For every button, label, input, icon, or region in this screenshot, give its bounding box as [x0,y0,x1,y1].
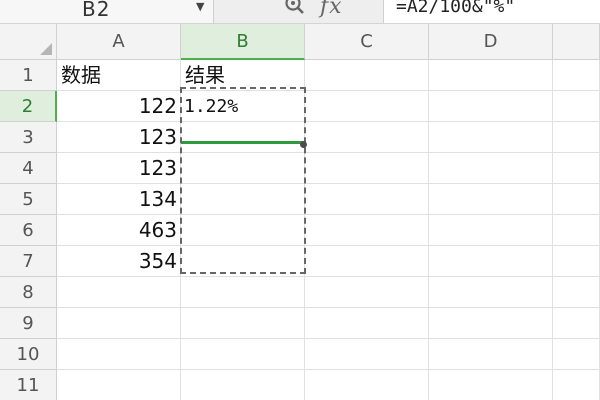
cell-a11[interactable] [57,370,181,400]
formula-tools: fx [214,0,384,23]
cell-c2[interactable] [305,91,429,122]
row-header-4[interactable]: 4 [0,153,57,184]
magnifier-icon[interactable] [284,0,306,16]
cell-c11[interactable] [305,370,429,400]
cell-e1[interactable] [553,60,600,91]
cell-d1[interactable] [429,60,553,91]
row-header-11[interactable]: 11 [0,370,57,400]
cell-d3[interactable] [429,122,553,153]
name-box-value: B2 [82,0,111,21]
cell-b4[interactable] [181,153,305,184]
cell-e10[interactable] [553,339,600,370]
active-cell-indicator [181,141,303,144]
select-all-corner[interactable] [0,24,57,60]
cell-e7[interactable] [553,246,600,277]
cell-a1[interactable]: 数据 [57,60,181,91]
cell-c3[interactable] [305,122,429,153]
column-header-d[interactable]: D [429,24,553,60]
spreadsheet-grid: A B C D 1 2 3 4 5 6 7 8 9 10 11 数据 结果 12… [0,24,600,400]
cell-b10[interactable] [181,339,305,370]
cell-a2[interactable]: 122 [57,91,181,122]
cell-d9[interactable] [429,308,553,339]
row-header-7[interactable]: 7 [0,246,57,277]
cell-b7[interactable] [181,246,305,277]
cell-e6[interactable] [553,215,600,246]
cell-a3[interactable]: 123 [57,122,181,153]
cell-a5[interactable]: 134 [57,184,181,215]
fx-icon[interactable]: fx [320,0,343,19]
cell-e9[interactable] [553,308,600,339]
cell-a4[interactable]: 123 [57,153,181,184]
row-header-2[interactable]: 2 [0,91,57,122]
cell-b8[interactable] [181,277,305,308]
column-header-a[interactable]: A [57,24,181,60]
column-header-b[interactable]: B [181,24,305,60]
cell-d8[interactable] [429,277,553,308]
formula-input[interactable]: =A2/100&"%" [396,0,515,17]
cell-b9[interactable] [181,308,305,339]
cell-c10[interactable] [305,339,429,370]
cell-d11[interactable] [429,370,553,400]
cell-c6[interactable] [305,215,429,246]
cell-e3[interactable] [553,122,600,153]
cell-b5[interactable] [181,184,305,215]
cell-e4[interactable] [553,153,600,184]
cell-e8[interactable] [553,277,600,308]
cell-c8[interactable] [305,277,429,308]
select-all-icon [40,43,52,55]
formula-bar: B2 ▼ fx =A2/100&"%" [0,0,600,24]
cell-d2[interactable] [429,91,553,122]
cell-e5[interactable] [553,184,600,215]
row-header-10[interactable]: 10 [0,339,57,370]
cell-a7[interactable]: 354 [57,246,181,277]
cell-d6[interactable] [429,215,553,246]
fill-handle[interactable] [300,141,307,148]
cell-b1[interactable]: 结果 [181,60,305,91]
row-header-8[interactable]: 8 [0,277,57,308]
cell-a8[interactable] [57,277,181,308]
row-header-9[interactable]: 9 [0,308,57,339]
cell-b11[interactable] [181,370,305,400]
row-header-3[interactable]: 3 [0,122,57,153]
cell-b3[interactable] [181,122,305,153]
cell-c1[interactable] [305,60,429,91]
cell-e2[interactable] [553,91,600,122]
cell-d7[interactable] [429,246,553,277]
row-header-1[interactable]: 1 [0,60,57,91]
cell-a10[interactable] [57,339,181,370]
cell-c7[interactable] [305,246,429,277]
cell-c5[interactable] [305,184,429,215]
cell-e11[interactable] [553,370,600,400]
cell-d4[interactable] [429,153,553,184]
column-header-e[interactable] [553,24,600,60]
cell-b2[interactable]: 1.22% [181,91,305,122]
cell-c9[interactable] [305,308,429,339]
column-header-c[interactable]: C [305,24,429,60]
name-box[interactable]: B2 ▼ [0,0,214,23]
cell-a6[interactable]: 463 [57,215,181,246]
cell-b6[interactable] [181,215,305,246]
cell-d5[interactable] [429,184,553,215]
row-header-5[interactable]: 5 [0,184,57,215]
row-header-6[interactable]: 6 [0,215,57,246]
chevron-down-icon[interactable]: ▼ [196,0,204,13]
cell-d10[interactable] [429,339,553,370]
cell-c4[interactable] [305,153,429,184]
cell-a9[interactable] [57,308,181,339]
